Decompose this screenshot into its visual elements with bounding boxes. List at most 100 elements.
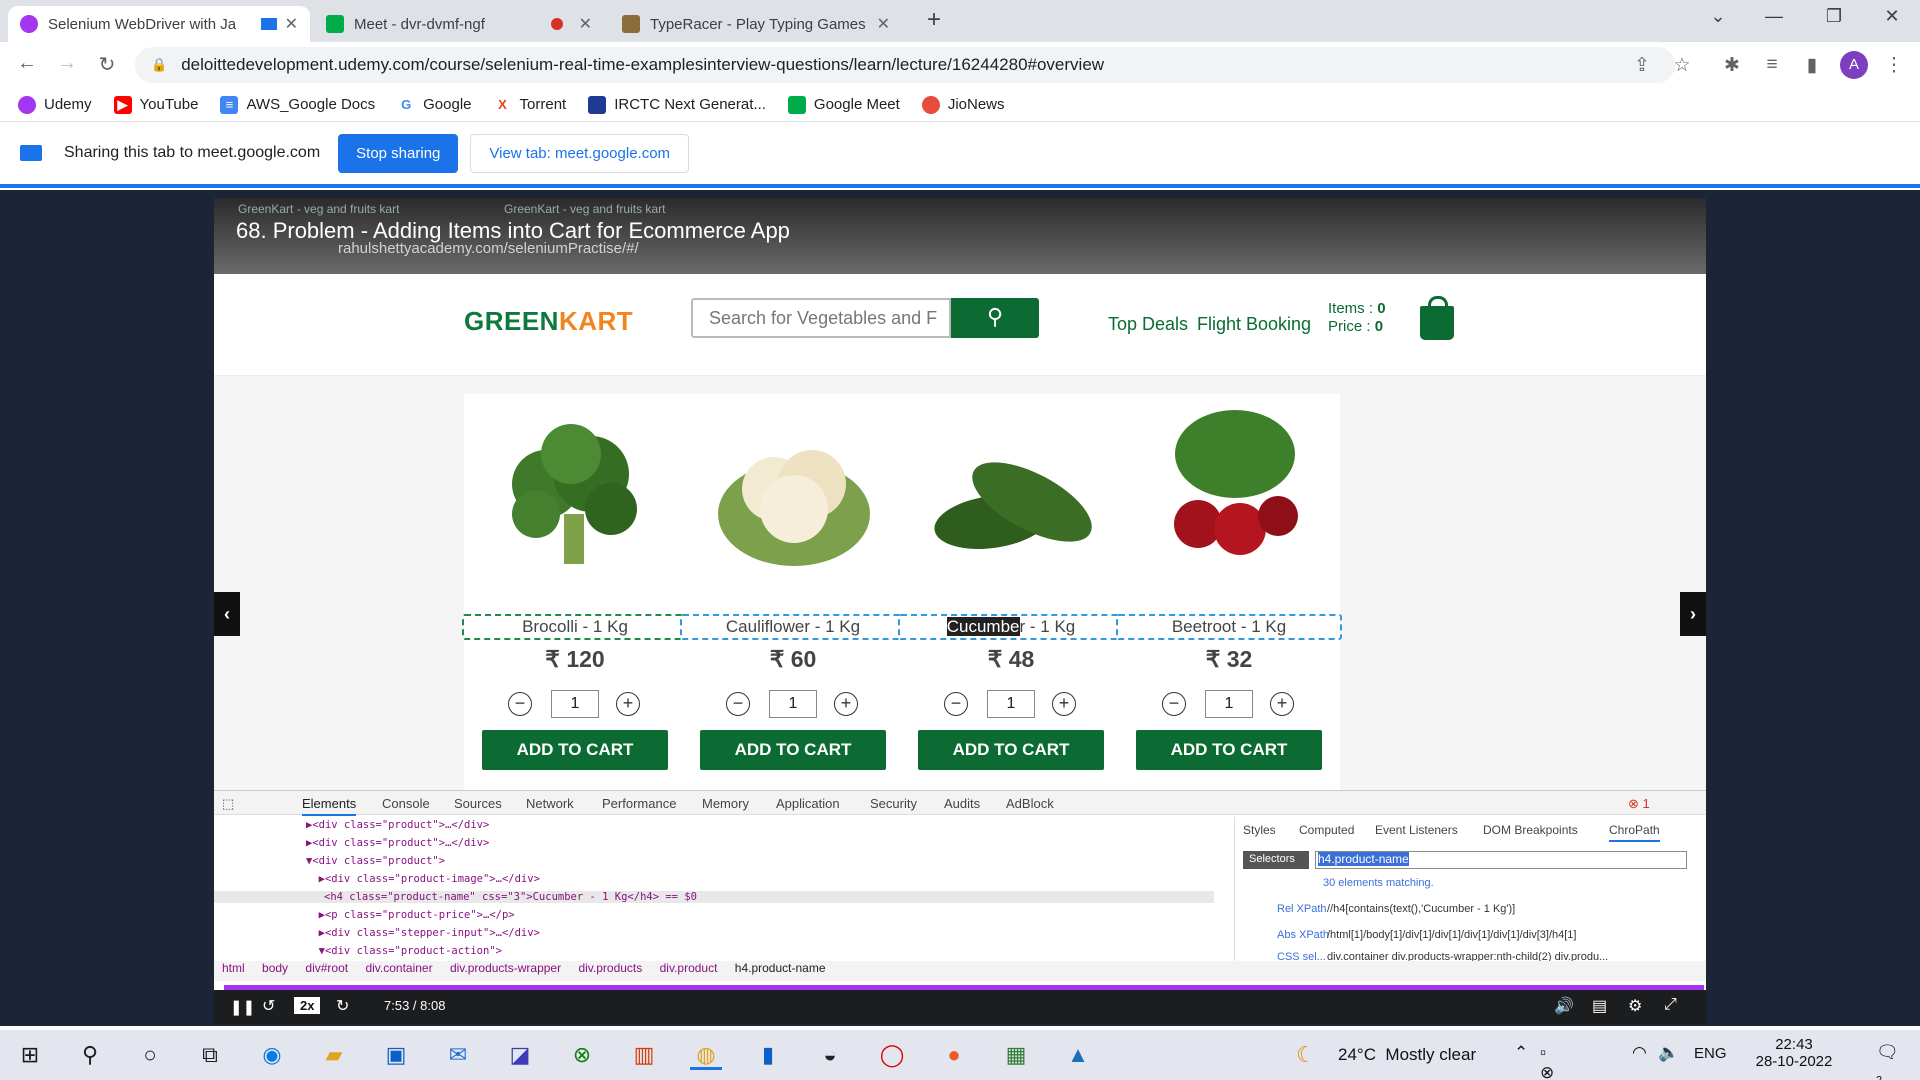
decrement-button[interactable]: − [944,692,968,716]
view-tab-button[interactable]: View tab: meet.google.com [470,133,690,173]
weather-text[interactable]: 24°C Mostly clear [1338,1045,1476,1065]
close-tab-icon[interactable]: ✕ [877,14,890,34]
tab-styles[interactable]: Styles [1243,823,1276,837]
decrement-button[interactable]: − [1162,692,1186,716]
minimize-button[interactable]: — [1754,6,1794,27]
tab-event-listeners[interactable]: Event Listeners [1375,823,1458,837]
tray-overflow-icon[interactable]: ⌃ [1514,1043,1528,1063]
chevron-left-icon[interactable]: ‹ [214,592,240,636]
close-tab-icon[interactable]: ✕ [285,14,298,34]
close-window-button[interactable]: ✕ [1872,6,1912,27]
search-icon[interactable]: ⚲ [951,298,1039,338]
inspect-icon[interactable]: ⬚ [222,796,234,812]
tab-adblock[interactable]: AdBlock [1006,796,1054,811]
menu-icon[interactable]: ⋮ [1882,54,1906,77]
store-icon[interactable]: ▣ [380,1040,412,1070]
language-indicator[interactable]: ENG [1694,1045,1727,1062]
selected-dom-node[interactable]: <h4 class="product-name" css="3">Cucumbe… [214,891,1214,903]
tab-sources[interactable]: Sources [454,796,502,811]
tab-performance[interactable]: Performance [602,796,676,811]
cortana-icon[interactable]: ○ [134,1040,166,1070]
bookmark-irctc[interactable]: IRCTC Next Generat... [588,95,766,114]
tab-typeracer[interactable]: TypeRacer - Play Typing Games a ✕ [610,6,902,42]
app-blue-icon[interactable]: ▮ [752,1040,784,1070]
quantity-input[interactable]: 1 [1205,690,1253,718]
app-icon[interactable]: ◪ [504,1040,536,1070]
tab-security[interactable]: Security [870,796,917,811]
tab-application[interactable]: Application [776,796,840,811]
bookmark-star-icon[interactable]: ☆ [1670,54,1694,77]
dom-node[interactable]: ▶<div class="product">…</div> [306,819,489,831]
crumb[interactable]: div.products-wrapper [450,961,561,975]
search-input[interactable]: Search for Vegetables and F [691,298,951,338]
office-icon[interactable]: ▥ [628,1040,660,1070]
bookmark-udemy[interactable]: Udemy [18,95,92,114]
maximize-button[interactable]: ❐ [1814,6,1854,27]
wifi-icon[interactable]: ◠ [1632,1043,1647,1063]
bookmark-aws-google-docs[interactable]: ≡ AWS_Google Docs [220,95,375,114]
clock[interactable]: 22:43 28-10-2022 [1752,1036,1836,1070]
chropath-query-input[interactable]: h4.product-name [1315,851,1687,869]
dom-node[interactable]: ▶<div class="product-image">…</div> [306,873,540,885]
back-icon[interactable]: ← [14,52,40,75]
add-to-cart-button[interactable]: ADD TO CART [700,730,886,770]
tab-memory[interactable]: Memory [702,796,749,811]
top-deals-link[interactable]: Top Deals [1108,314,1188,335]
increment-button[interactable]: + [1052,692,1076,716]
close-tab-icon[interactable]: ✕ [579,14,592,34]
crumb[interactable]: body [262,961,288,975]
quantity-input[interactable]: 1 [551,690,599,718]
quantity-input[interactable]: 1 [987,690,1035,718]
postman-icon[interactable]: ● [938,1040,970,1070]
search-icon[interactable]: ⚲ [74,1040,106,1070]
pause-icon[interactable]: ❚❚ [230,998,255,1016]
task-view-icon[interactable]: ⧉ [194,1040,226,1070]
chevron-right-icon[interactable]: › [1680,592,1706,636]
cart-bag-icon[interactable] [1420,296,1454,340]
rel-xpath-row[interactable]: Rel XPath//h4[contains(text(),'Cucumber … [1253,903,1515,915]
tab-dom-breakpoints[interactable]: DOM Breakpoints [1483,823,1578,837]
bookmark-google-meet[interactable]: Google Meet [787,95,900,114]
tab-meet[interactable]: Meet - dvr-dvmf-ngf ✕ [314,6,604,42]
increment-button[interactable]: + [1270,692,1294,716]
dom-node[interactable]: ▼<div class="product"> [306,855,445,867]
rewind-icon[interactable]: ↺ [262,996,275,1016]
crumb[interactable]: div.container [365,961,432,975]
tab-search-icon[interactable]: ⌄ [1698,6,1738,27]
tab-computed[interactable]: Computed [1299,823,1354,837]
stop-sharing-button[interactable]: Stop sharing [338,133,459,173]
increment-button[interactable]: + [616,692,640,716]
captions-icon[interactable]: ▤ [1592,996,1607,1016]
flight-booking-link[interactable]: Flight Booking [1197,314,1311,335]
tab-selenium[interactable]: Selenium WebDriver with Ja ✕ [8,6,310,42]
quantity-input[interactable]: 1 [769,690,817,718]
side-panel-icon[interactable]: ▮ [1800,54,1824,77]
forward-icon[interactable]: → [54,52,80,75]
dom-node[interactable]: ▶<p class="product-price">…</p> [306,909,515,921]
edge-icon[interactable]: ◉ [256,1040,288,1070]
notifications-icon[interactable]: 🗨2 [1876,1042,1899,1080]
share-icon[interactable]: ⇪ [1630,54,1654,77]
add-to-cart-button[interactable]: ADD TO CART [482,730,668,770]
tray-apps-icon[interactable]: ▫ ⊗ ▢ ▭ [1540,1043,1556,1080]
address-bar[interactable]: 🔒 deloittedevelopment.udemy.com/course/s… [135,47,1675,83]
app-dark-icon[interactable]: ◒ [814,1040,846,1070]
bookmark-google[interactable]: G Google [397,95,472,114]
xbox-icon[interactable]: ⊗ [566,1040,598,1070]
reload-icon[interactable]: ↻ [94,52,120,77]
dom-node[interactable]: ▶<div class="stepper-input">…</div> [306,927,540,939]
tab-console[interactable]: Console [382,796,430,811]
crumb[interactable]: div.products [578,961,642,975]
error-badge[interactable]: ⊗ 1 [1628,796,1650,812]
tab-elements[interactable]: Elements [302,796,357,816]
add-to-cart-button[interactable]: ADD TO CART [1136,730,1322,770]
crumb[interactable]: html [222,961,245,975]
volume-icon[interactable]: 🔈 [1658,1043,1679,1063]
dom-node[interactable]: ▼<div class="product-action"> [306,945,502,957]
decrement-button[interactable]: − [508,692,532,716]
video-player[interactable]: GreenKart - veg and fruits kart GreenKar… [0,190,1920,1026]
abs-xpath-row[interactable]: Abs XPath/html[1]/body[1]/div[1]/div[1]/… [1253,929,1576,941]
crumb[interactable]: div#root [305,961,348,975]
mail-icon[interactable]: ✉ [442,1040,474,1070]
selectors-dropdown[interactable]: Selectors ▾ [1243,851,1309,878]
